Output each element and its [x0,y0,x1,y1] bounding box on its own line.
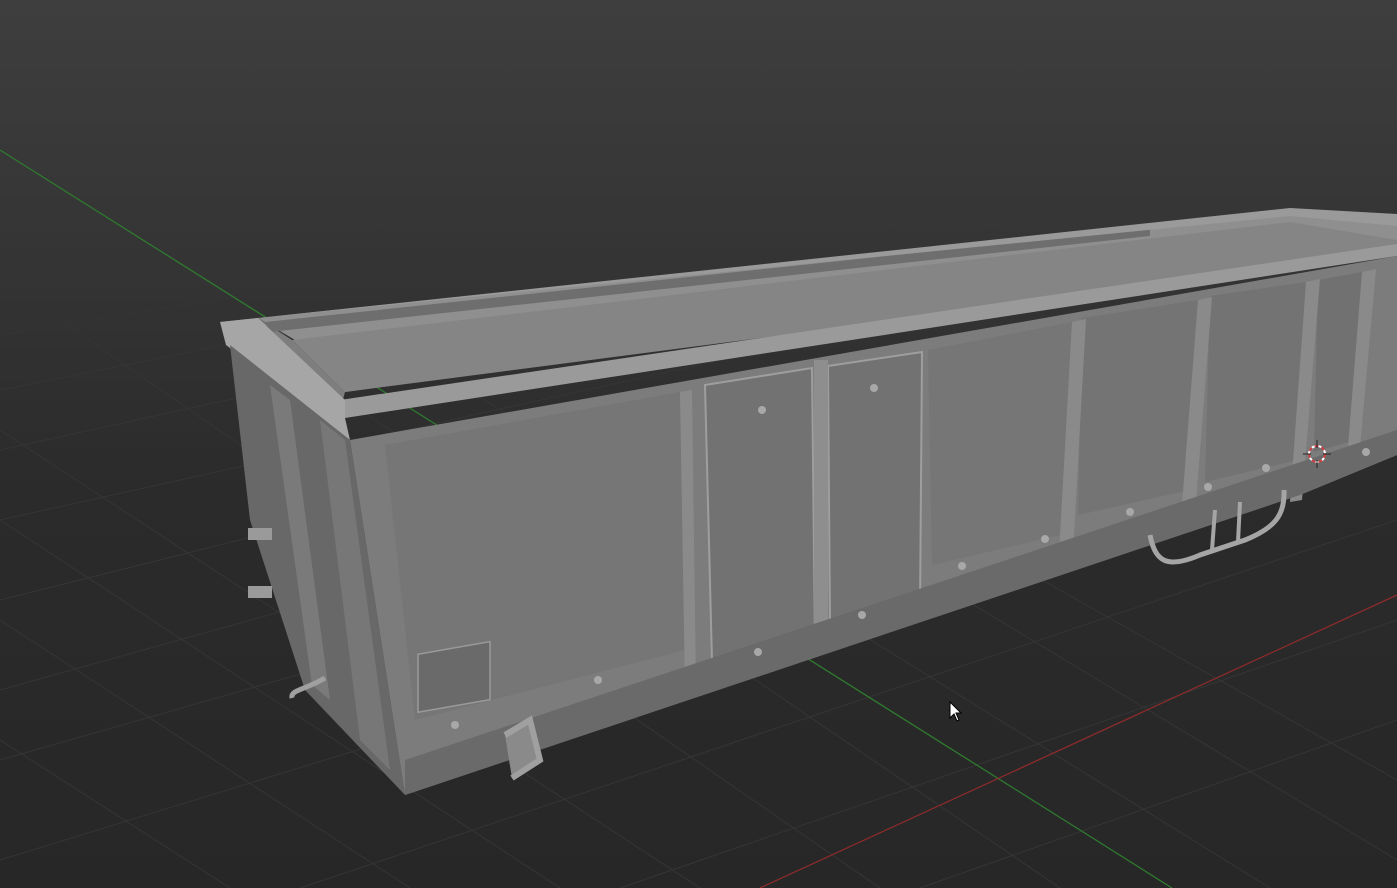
wagon-vent-grille [417,640,491,714]
wagon-step [248,528,272,540]
door-latch-bar [814,360,828,640]
wagon-side-panel-2 [928,322,1072,565]
wagon-model[interactable] [220,208,1397,795]
wagon-side-panel-4 [1205,282,1306,482]
mouse-pointer-icon [949,701,963,722]
3d-viewport[interactable] [0,0,1397,888]
wagon-coupler-hook [503,715,544,781]
3d-cursor-icon[interactable] [1303,440,1331,468]
viewport-scene[interactable] [0,0,1397,888]
wagon-step [248,586,272,598]
wagon-door-right [826,350,924,630]
wagon-underframe-pipe [1236,501,1242,543]
wagon-side-panel-3 [1078,300,1198,515]
